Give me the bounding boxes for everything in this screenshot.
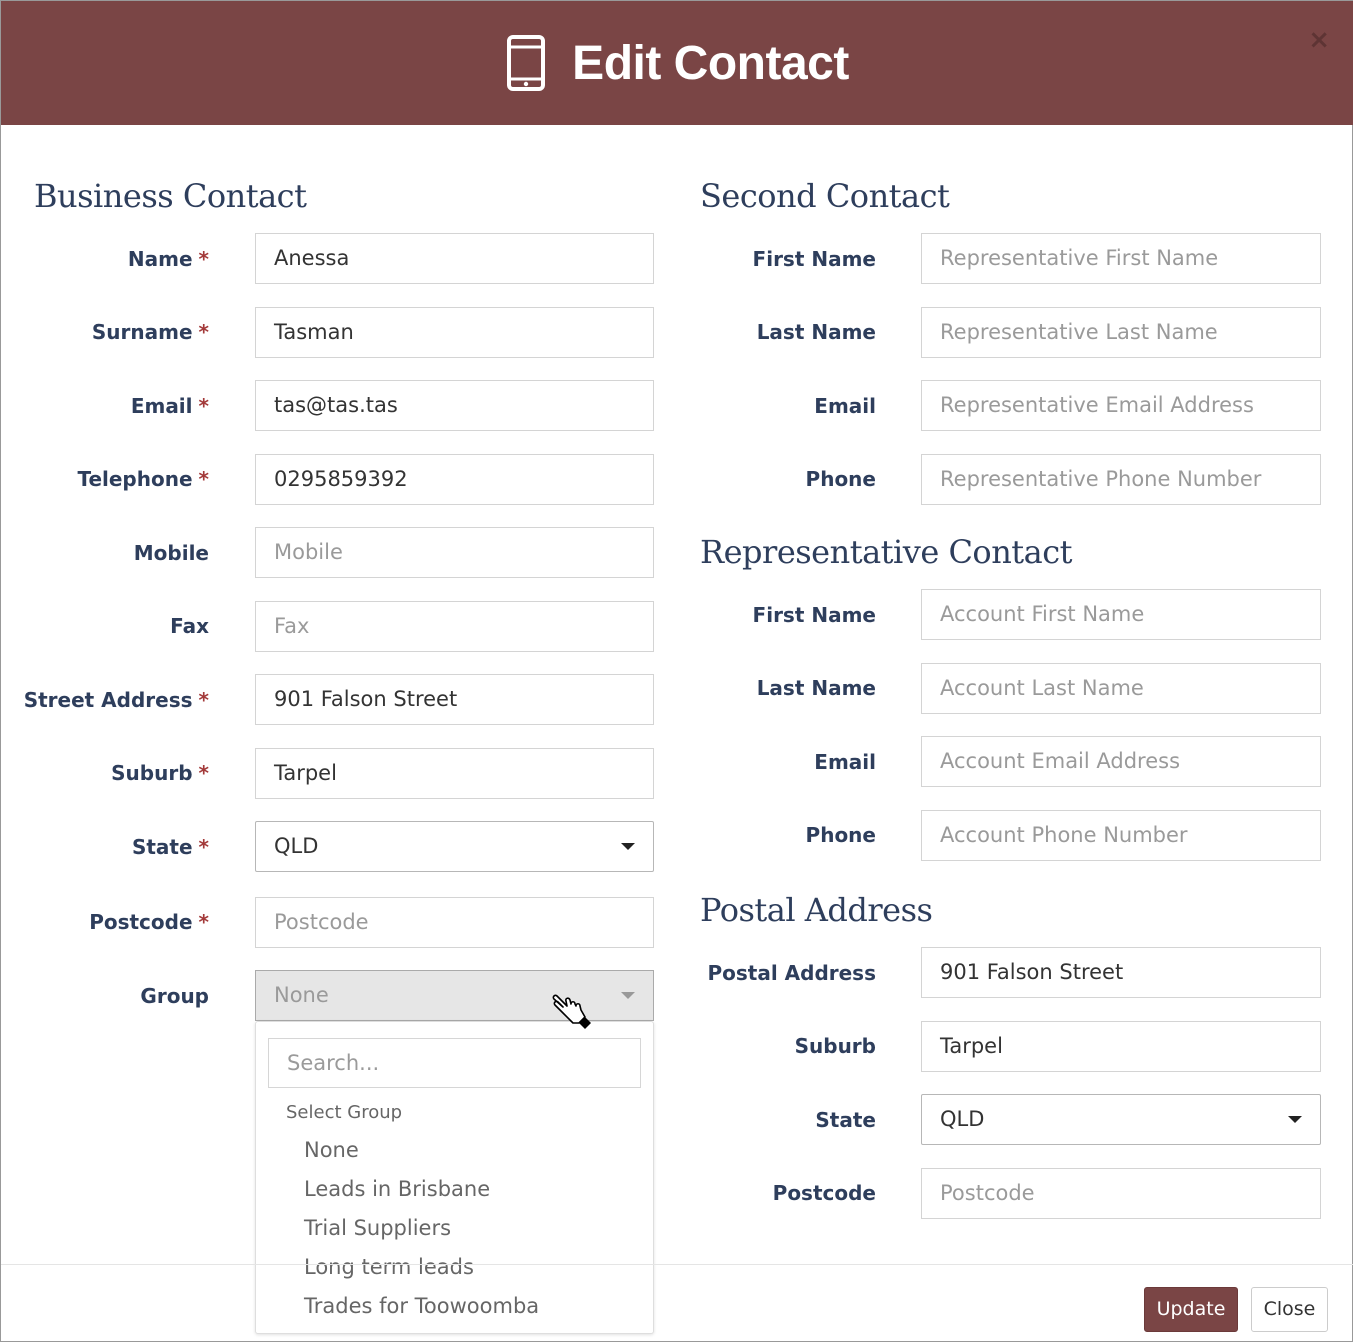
postal-state-select[interactable]: QLD bbox=[921, 1094, 1321, 1145]
rep-last-name-input[interactable]: Account Last Name bbox=[921, 663, 1321, 714]
chevron-down-icon bbox=[1288, 1116, 1302, 1123]
postcode-input[interactable]: Postcode bbox=[255, 897, 654, 948]
rep-email-label: Email bbox=[814, 750, 876, 774]
update-button[interactable]: Update bbox=[1144, 1287, 1238, 1332]
street-address-label: Street Address * bbox=[23, 688, 209, 712]
mobile-label: Mobile bbox=[133, 541, 209, 565]
surname-input[interactable]: Tasman bbox=[255, 307, 654, 358]
group-option[interactable]: Trial Suppliers bbox=[304, 1216, 451, 1240]
second-contact-title: Second Contact bbox=[700, 177, 950, 215]
second-last-name-input[interactable]: Representative Last Name bbox=[921, 307, 1321, 358]
group-label: Group bbox=[140, 984, 209, 1008]
representative-contact-title: Representative Contact bbox=[700, 533, 1073, 571]
rep-email-input[interactable]: Account Email Address bbox=[921, 736, 1321, 787]
modal-title: Edit Contact bbox=[572, 36, 849, 90]
group-search-input[interactable]: Search... bbox=[268, 1038, 641, 1088]
street-address-input[interactable]: 901 Falson Street bbox=[255, 674, 654, 725]
rep-phone-input[interactable]: Account Phone Number bbox=[921, 810, 1321, 861]
group-option[interactable]: Leads in Brisbane bbox=[304, 1177, 490, 1201]
name-input[interactable]: Anessa bbox=[255, 233, 654, 284]
second-email-label: Email bbox=[814, 394, 876, 418]
postal-address-input[interactable]: 901 Falson Street bbox=[921, 947, 1321, 998]
chevron-down-icon bbox=[621, 992, 635, 999]
edit-contact-modal: Edit Contact × Business Contact Name * An… bbox=[0, 0, 1353, 1342]
rep-last-name-label: Last Name bbox=[756, 676, 876, 700]
name-label: Name * bbox=[127, 247, 209, 271]
suburb-label: Suburb * bbox=[111, 761, 209, 785]
rep-first-name-input[interactable]: Account First Name bbox=[921, 589, 1321, 640]
group-option[interactable]: None bbox=[304, 1138, 359, 1162]
email-label: Email * bbox=[130, 394, 209, 418]
postal-state-label: State bbox=[815, 1108, 876, 1132]
modal-header: Edit Contact × bbox=[1, 1, 1353, 125]
group-optgroup-label: Select Group bbox=[286, 1102, 403, 1123]
group-select-value: None bbox=[274, 983, 329, 1007]
rep-first-name-label: First Name bbox=[752, 603, 876, 627]
business-contact-title: Business Contact bbox=[34, 177, 307, 215]
postcode-label: Postcode * bbox=[89, 910, 209, 934]
hand-cursor-icon bbox=[552, 994, 591, 1029]
state-label: State * bbox=[131, 835, 209, 859]
state-select-value: QLD bbox=[274, 834, 319, 858]
mobile-input[interactable]: Mobile bbox=[255, 527, 654, 578]
postal-address-title: Postal Address bbox=[700, 891, 933, 929]
second-last-name-label: Last Name bbox=[756, 320, 876, 344]
suburb-input[interactable]: Tarpel bbox=[255, 748, 654, 799]
telephone-input[interactable]: 0295859392 bbox=[255, 454, 654, 505]
postal-suburb-label: Suburb bbox=[794, 1034, 876, 1058]
group-dropdown: Search... Select Group None Leads in Bri… bbox=[255, 1021, 654, 1334]
second-first-name-input[interactable]: Representative First Name bbox=[921, 233, 1321, 284]
rep-phone-label: Phone bbox=[805, 823, 876, 847]
state-select[interactable]: QLD bbox=[255, 821, 654, 872]
surname-label: Surname * bbox=[91, 320, 209, 344]
chevron-down-icon bbox=[621, 843, 635, 850]
postal-suburb-input[interactable]: Tarpel bbox=[921, 1021, 1321, 1072]
second-first-name-label: First Name bbox=[752, 247, 876, 271]
postal-postcode-label: Postcode bbox=[772, 1181, 876, 1205]
close-button[interactable]: Close bbox=[1251, 1287, 1328, 1332]
phone-icon bbox=[507, 35, 546, 91]
telephone-label: Telephone * bbox=[77, 467, 209, 491]
second-phone-label: Phone bbox=[805, 467, 876, 491]
fax-label: Fax bbox=[170, 614, 209, 638]
second-email-input[interactable]: Representative Email Address bbox=[921, 380, 1321, 431]
close-icon[interactable]: × bbox=[1308, 25, 1330, 55]
postal-postcode-input[interactable]: Postcode bbox=[921, 1168, 1321, 1219]
email-input[interactable]: tas@tas.tas bbox=[255, 380, 654, 431]
group-option[interactable]: Trades for Toowoomba bbox=[304, 1294, 539, 1318]
second-phone-input[interactable]: Representative Phone Number bbox=[921, 454, 1321, 505]
postal-address-label: Postal Address bbox=[707, 961, 876, 985]
footer-divider bbox=[1, 1264, 1353, 1265]
fax-input[interactable]: Fax bbox=[255, 601, 654, 652]
postal-state-value: QLD bbox=[940, 1107, 985, 1131]
group-option[interactable]: Long term leads bbox=[304, 1255, 474, 1279]
